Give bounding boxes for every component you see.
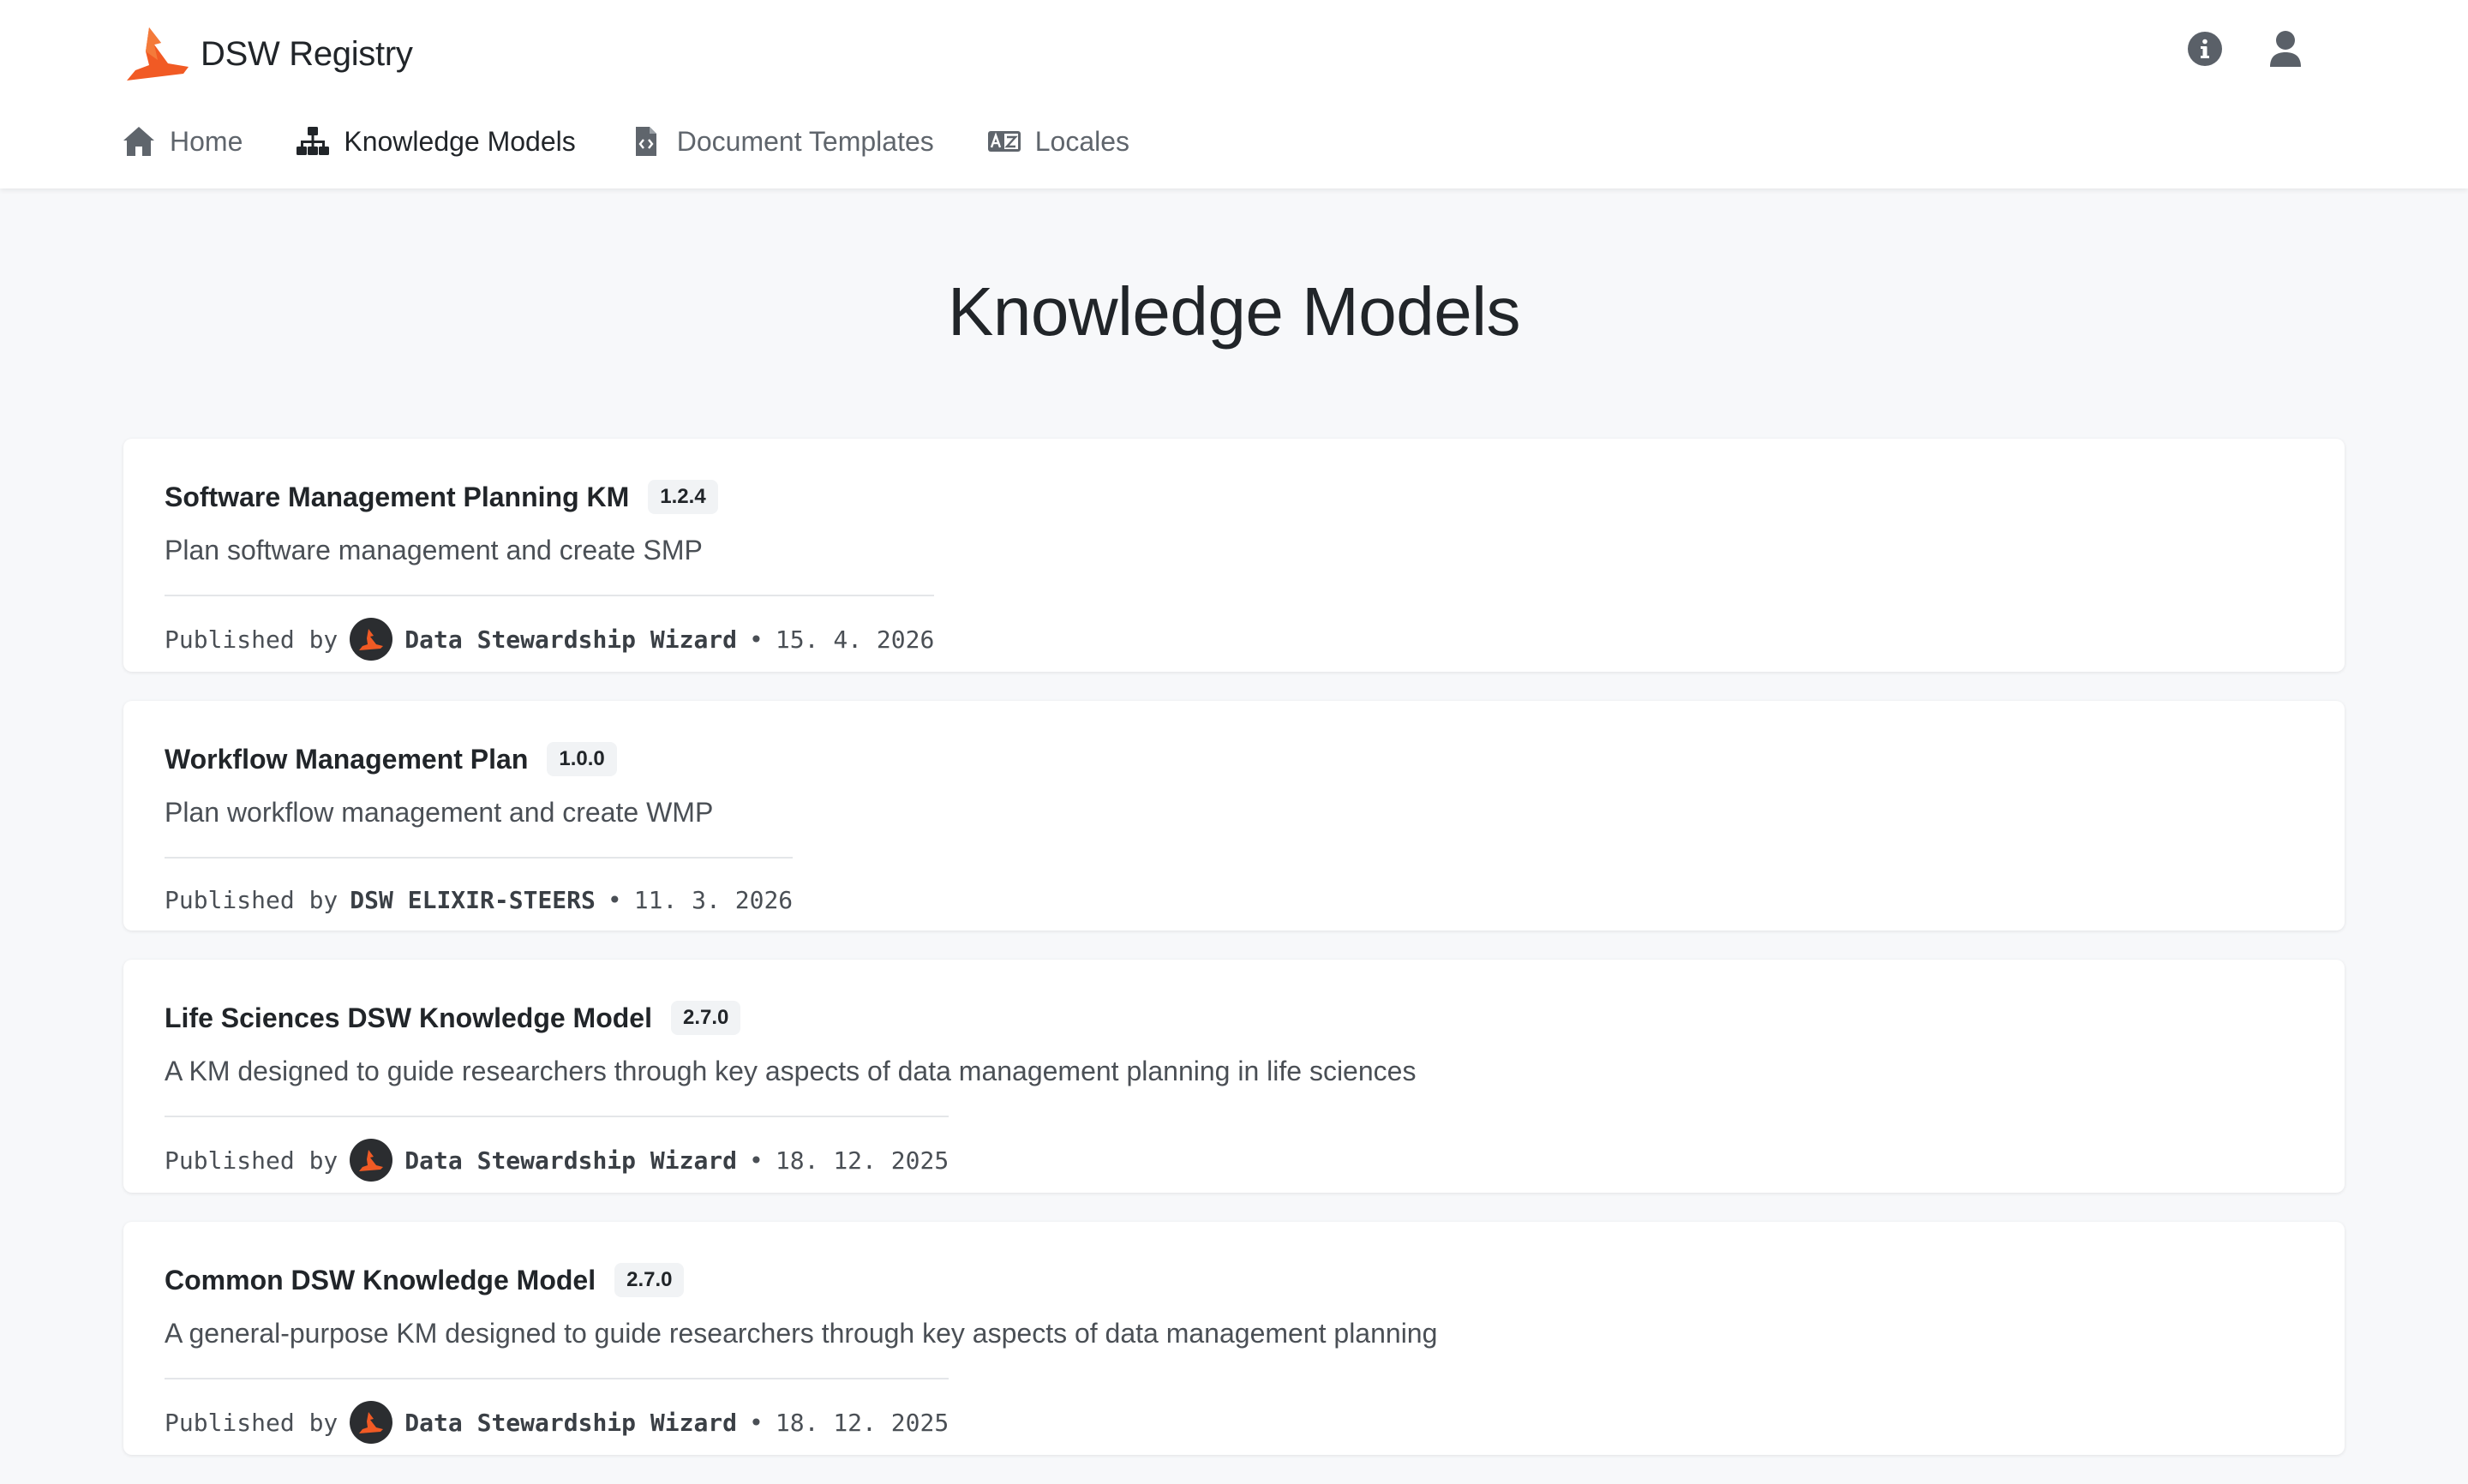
- meta-separator: •: [607, 885, 622, 914]
- info-icon: [2188, 32, 2222, 66]
- organization-name: Data Stewardship Wizard: [404, 625, 738, 654]
- published-date: 18. 12. 2025: [775, 1408, 949, 1437]
- published-by-label: Published by: [165, 1408, 338, 1437]
- nav-item-label: Knowledge Models: [344, 125, 576, 157]
- knowledge-model-description: A KM designed to guide researchers throu…: [165, 1056, 1417, 1086]
- organization-name: DSW ELIXIR-STEERS: [350, 885, 596, 914]
- meta-separator: •: [749, 625, 764, 654]
- knowledge-model-card: Common DSW Knowledge Model 2.7.0 A gener…: [123, 1222, 2345, 1455]
- info-button[interactable]: [2185, 29, 2225, 69]
- published-by-label: Published by: [165, 1146, 338, 1175]
- card-title-row: Common DSW Knowledge Model 2.7.0: [165, 1253, 2303, 1307]
- knowledge-model-title-link[interactable]: Software Management Planning KM: [165, 482, 629, 513]
- nav-item-knowledge-models[interactable]: Knowledge Models: [296, 125, 576, 158]
- published-by-line: Published by Data Stewardship Wizard • 1…: [165, 595, 935, 670]
- version-badge: 1.0.0: [547, 742, 617, 776]
- nav-item-label: Document Templates: [676, 125, 934, 157]
- wizard-hat-logo-icon: [127, 27, 189, 81]
- wizard-hat-icon: [359, 629, 384, 650]
- version-badge: 1.2.4: [648, 480, 718, 514]
- wizard-hat-icon: [359, 1150, 384, 1171]
- home-icon: [123, 127, 154, 156]
- meta-separator: •: [749, 1146, 764, 1175]
- knowledge-model-title-link[interactable]: Workflow Management Plan: [165, 744, 528, 775]
- nav-item-label: Home: [170, 125, 243, 157]
- user-menu-button[interactable]: [2266, 29, 2305, 69]
- card-title-row: Software Management Planning KM 1.2.4: [165, 470, 2303, 524]
- card-title-row: Workflow Management Plan 1.0.0: [165, 732, 2303, 787]
- header-actions: [2185, 29, 2305, 69]
- knowledge-model-card: Life Sciences DSW Knowledge Model 2.7.0 …: [123, 960, 2345, 1193]
- published-date: 11. 3. 2026: [633, 885, 794, 914]
- published-by-line: Published by Data Stewardship Wizard • 1…: [165, 1116, 949, 1191]
- knowledge-model-description: A general-purpose KM designed to guide r…: [165, 1318, 1438, 1349]
- nav-item-home[interactable]: Home: [122, 125, 243, 158]
- version-badge: 2.7.0: [670, 1001, 741, 1035]
- knowledge-model-description: Plan workflow management and create WMP: [165, 797, 714, 828]
- organization-avatar: [350, 1401, 393, 1444]
- knowledge-model-card: Workflow Management Plan 1.0.0 Plan work…: [123, 701, 2345, 930]
- sitemap-icon: [297, 127, 330, 155]
- page-title: Knowledge Models: [948, 273, 1520, 350]
- published-by-label: Published by: [165, 885, 338, 914]
- knowledge-model-description: Plan software management and create SMP: [165, 535, 703, 565]
- file-code-icon: [635, 127, 656, 156]
- brand-name: DSW Registry: [201, 34, 413, 73]
- wizard-hat-icon: [359, 1412, 384, 1433]
- top-header: DSW Registry Home Knowledge Models Docum…: [0, 0, 2468, 188]
- knowledge-model-title-link[interactable]: Common DSW Knowledge Model: [165, 1265, 596, 1296]
- knowledge-model-title-link[interactable]: Life Sciences DSW Knowledge Model: [165, 1002, 652, 1034]
- published-by-line: Published by DSW ELIXIR-STEERS • 11. 3. …: [165, 857, 794, 929]
- published-date: 18. 12. 2025: [775, 1146, 949, 1175]
- nav-item-label: Locales: [1034, 125, 1130, 157]
- main-nav: Home Knowledge Models Document Templates…: [122, 120, 1129, 163]
- brand-link[interactable]: DSW Registry: [123, 24, 413, 84]
- version-badge: 2.7.0: [614, 1263, 685, 1297]
- user-icon: [2270, 31, 2301, 67]
- organization-avatar: [350, 618, 393, 661]
- published-by-line: Published by Data Stewardship Wizard • 1…: [165, 1378, 949, 1453]
- published-date: 15. 4. 2026: [775, 625, 935, 654]
- organization-name: Data Stewardship Wizard: [404, 1408, 738, 1437]
- nav-item-locales[interactable]: Locales: [987, 125, 1129, 158]
- nav-item-document-templates[interactable]: Document Templates: [629, 125, 934, 158]
- knowledge-model-card: Software Management Planning KM 1.2.4 Pl…: [123, 439, 2345, 672]
- language-icon: [987, 131, 1021, 152]
- knowledge-model-list: Software Management Planning KM 1.2.4 Pl…: [123, 439, 2345, 1484]
- organization-avatar: [350, 1139, 393, 1182]
- published-by-label: Published by: [165, 625, 338, 654]
- card-title-row: Life Sciences DSW Knowledge Model 2.7.0: [165, 990, 2303, 1045]
- meta-separator: •: [749, 1408, 764, 1437]
- organization-name: Data Stewardship Wizard: [404, 1146, 738, 1175]
